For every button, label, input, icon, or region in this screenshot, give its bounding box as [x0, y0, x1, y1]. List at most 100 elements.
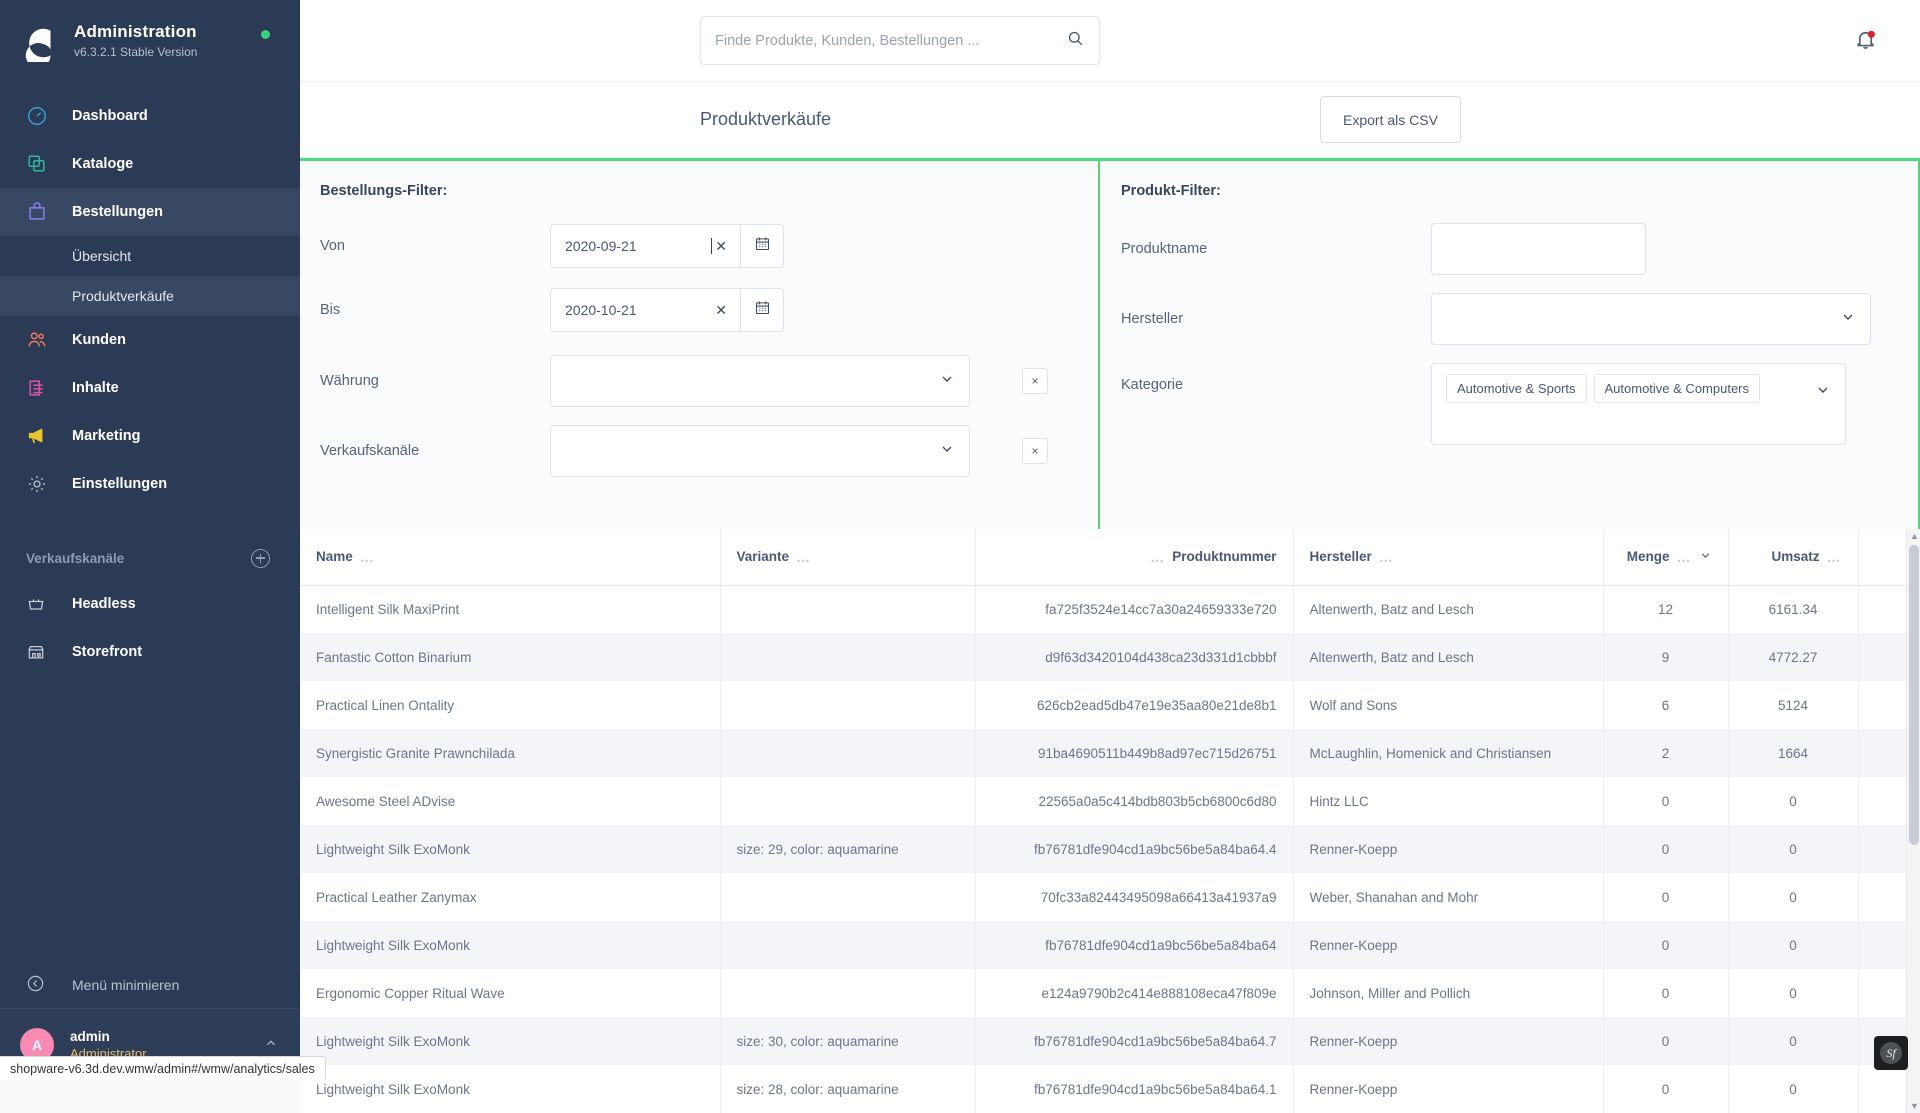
- column-menu-icon[interactable]: …: [1379, 549, 1394, 565]
- table-row[interactable]: Lightweight Silk ExoMonksize: 29, color:…: [300, 825, 1920, 873]
- table-row[interactable]: Synergistic Granite Prawnchilada91ba4690…: [300, 729, 1920, 777]
- chevron-down-icon[interactable]: [1699, 549, 1712, 565]
- column-header-menge[interactable]: Menge …: [1603, 529, 1728, 585]
- column-header-umsatz[interactable]: Umsatz …: [1728, 529, 1858, 585]
- sidebar-item-einstellungen[interactable]: Einstellungen: [0, 460, 300, 508]
- reset-verkaufskanaele-button[interactable]: ×: [1022, 438, 1048, 464]
- column-menu-icon[interactable]: …: [1827, 549, 1842, 565]
- cell-variante: [720, 633, 975, 681]
- scroll-up-arrow-icon[interactable]: ▲: [1910, 531, 1919, 541]
- sidebar-item-storefront[interactable]: Storefront: [0, 628, 300, 676]
- export-csv-button[interactable]: Export als CSV: [1320, 96, 1461, 143]
- sidebar-item-label: Headless: [72, 596, 136, 612]
- kategorie-chip[interactable]: Automotive & Sports: [1446, 374, 1587, 403]
- sidebar-item-bestellungen[interactable]: Bestellungen: [0, 188, 300, 236]
- table-row[interactable]: Lightweight Silk ExoMonkfb76781dfe904cd1…: [300, 921, 1920, 969]
- sidebar-item-label: Einstellungen: [72, 476, 167, 492]
- von-date-field[interactable]: 2020-09-21 ✕: [550, 224, 740, 268]
- sidebar-item-kunden[interactable]: Kunden: [0, 316, 300, 364]
- sidebar-item-dashboard[interactable]: Dashboard: [0, 92, 300, 140]
- minimize-menu-button[interactable]: Menü minimieren: [0, 962, 300, 1008]
- sidebar-item-label: Dashboard: [72, 108, 148, 124]
- reset-waehrung-button[interactable]: ×: [1022, 368, 1048, 394]
- cell-variante: size: 29, color: aquamarine: [720, 825, 975, 873]
- sidebar-subitem-produktverkaeufe[interactable]: Produktverkäufe: [0, 276, 300, 316]
- column-menu-icon[interactable]: …: [796, 549, 811, 565]
- column-menu-icon[interactable]: …: [1677, 549, 1692, 565]
- bis-calendar-button[interactable]: [740, 288, 784, 332]
- column-header-name[interactable]: Name …: [300, 529, 720, 585]
- cell-variante: size: 28, color: aquamarine: [720, 1065, 975, 1113]
- search-box[interactable]: [700, 16, 1100, 65]
- scroll-down-arrow-icon[interactable]: ▼: [1910, 1101, 1919, 1111]
- notifications-button[interactable]: [1853, 27, 1878, 57]
- cell-hersteller: Altenwerth, Batz and Lesch: [1293, 633, 1603, 681]
- cell-hersteller: Renner-Koepp: [1293, 921, 1603, 969]
- symfony-debug-toolbar[interactable]: Sf: [1874, 1036, 1908, 1070]
- table-row[interactable]: Intelligent Silk MaxiPrintfa725f3524e14c…: [300, 585, 1920, 633]
- waehrung-select[interactable]: [550, 355, 970, 407]
- column-header-produktnummer[interactable]: … Produktnummer: [975, 529, 1293, 585]
- cell-variante: size: 30, color: aquamarine: [720, 1017, 975, 1065]
- topbar: [300, 0, 1920, 82]
- add-sales-channel-icon[interactable]: [251, 549, 270, 568]
- sidebar-item-label: Kunden: [72, 332, 126, 348]
- bis-date-field[interactable]: 2020-10-21 ✕: [550, 288, 740, 332]
- cell-variante: [720, 681, 975, 729]
- chevron-down-icon: [939, 371, 955, 392]
- cell-menge: 0: [1603, 969, 1728, 1017]
- page-header: Produktverkäufe Export als CSV: [300, 82, 1920, 158]
- cell-hersteller: Renner-Koepp: [1293, 1065, 1603, 1113]
- search-icon[interactable]: [1066, 29, 1085, 53]
- order-filter-title: Bestellungs-Filter:: [320, 183, 1072, 199]
- verkaufskanaele-select[interactable]: [550, 425, 970, 477]
- table-row[interactable]: Awesome Steel ADvise22565a0a5c414bdb803b…: [300, 777, 1920, 825]
- chevron-down-icon: [1840, 309, 1856, 330]
- clear-von-icon[interactable]: ✕: [712, 238, 730, 255]
- sidebar-section-verkaufskanaele: Verkaufskanäle: [0, 536, 300, 580]
- filter-row-kategorie: Kategorie Automotive & Sports Automotive…: [1121, 363, 1892, 445]
- sidebar-subitem-uebersicht[interactable]: Übersicht: [0, 236, 300, 276]
- table-vertical-scrollbar[interactable]: ▲ ▼: [1906, 529, 1920, 1113]
- column-menu-icon[interactable]: …: [1150, 549, 1165, 565]
- sidebar-item-kataloge[interactable]: Kataloge: [0, 140, 300, 188]
- table-row[interactable]: Practical Linen Ontality626cb2ead5db47e1…: [300, 681, 1920, 729]
- cell-umsatz: 0: [1728, 825, 1858, 873]
- column-label: Hersteller: [1310, 549, 1372, 564]
- sidebar-subitem-label: Produktverkäufe: [72, 288, 174, 304]
- table-row[interactable]: Lightweight Silk ExoMonksize: 28, color:…: [300, 1065, 1920, 1113]
- kategorie-multiselect[interactable]: Automotive & Sports Automotive & Compute…: [1431, 363, 1846, 445]
- cell-menge: 0: [1603, 873, 1728, 921]
- von-calendar-button[interactable]: [740, 224, 784, 268]
- filter-label-bis: Bis: [320, 302, 550, 318]
- cell-name: Lightweight Silk ExoMonk: [300, 1065, 720, 1113]
- table-row[interactable]: Practical Leather Zanymax70fc33a82443495…: [300, 873, 1920, 921]
- cell-hersteller: Altenwerth, Batz and Lesch: [1293, 585, 1603, 633]
- bag-icon: [26, 201, 54, 223]
- column-menu-icon[interactable]: …: [360, 549, 375, 565]
- cell-hersteller: McLaughlin, Homenick and Christiansen: [1293, 729, 1603, 777]
- produktname-input[interactable]: [1431, 223, 1646, 275]
- sidebar-item-headless[interactable]: Headless: [0, 580, 300, 628]
- sidebar-item-marketing[interactable]: Marketing: [0, 412, 300, 460]
- user-name: admin: [70, 1029, 147, 1044]
- filter-row-produktname: Produktname: [1121, 223, 1892, 275]
- chevron-up-icon[interactable]: [264, 1036, 278, 1053]
- cell-umsatz: 0: [1728, 921, 1858, 969]
- hersteller-select[interactable]: [1431, 293, 1871, 345]
- column-header-hersteller[interactable]: Hersteller …: [1293, 529, 1603, 585]
- table-row[interactable]: Lightweight Silk ExoMonksize: 30, color:…: [300, 1017, 1920, 1065]
- kategorie-chip[interactable]: Automotive & Computers: [1594, 374, 1761, 403]
- von-date-value: 2020-09-21: [565, 238, 712, 254]
- gear-icon: [26, 473, 54, 495]
- scrollbar-thumb[interactable]: [1909, 545, 1919, 845]
- brand-header[interactable]: Administration v6.3.2.1 Stable Version: [0, 0, 300, 92]
- clear-bis-icon[interactable]: ✕: [712, 302, 730, 319]
- sidebar-item-inhalte[interactable]: Inhalte: [0, 364, 300, 412]
- column-header-variante[interactable]: Variante …: [720, 529, 975, 585]
- table-row[interactable]: Fantastic Cotton Binariumd9f63d3420104d4…: [300, 633, 1920, 681]
- table-row[interactable]: Ergonomic Copper Ritual Wavee124a9790b2c…: [300, 969, 1920, 1017]
- search-input[interactable]: [715, 33, 1066, 49]
- order-filter-panel: Bestellungs-Filter: Von 2020-09-21 ✕: [300, 161, 1100, 529]
- table-header-row: Name … Variante … … Produktnummer Herste…: [300, 529, 1920, 585]
